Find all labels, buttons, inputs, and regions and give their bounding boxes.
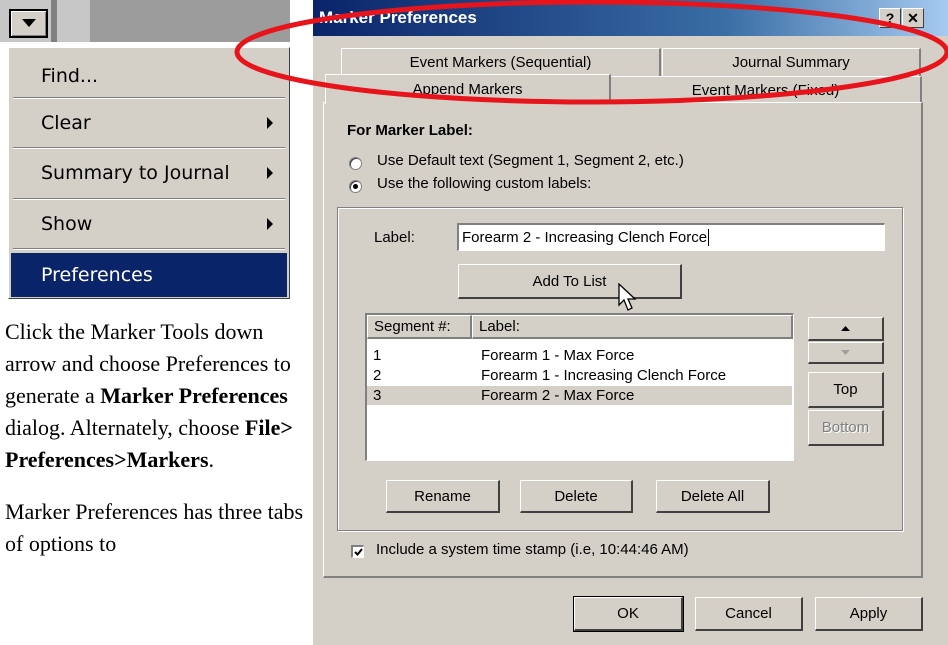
bold-run: Marker Preferences [100,383,288,408]
ok-button[interactable]: OK [573,596,684,632]
button-label: Cancel [725,605,772,622]
menu-item-show[interactable]: Show [11,202,287,246]
menu-item-summary-to-journal[interactable]: Summary to Journal [11,151,287,195]
text-run: . [208,447,215,472]
tab-label: Append Markers [412,81,523,98]
help-button[interactable]: ? [879,8,901,28]
help-icon: ? [885,10,895,26]
button-label: OK [617,605,639,622]
menu-separator [13,147,285,149]
submenu-arrow-icon [267,167,273,179]
menu-item-label: Summary to Journal [41,162,230,184]
triangle-down-icon [21,19,36,27]
tab-label: Event Markers (Fixed) [691,81,840,99]
menu-item-label: Show [41,213,93,235]
menu-item-label: Find... [41,65,99,87]
tab-event-markers-fixed[interactable]: Event Markers (Fixed) [610,76,922,103]
tab-event-markers-sequential[interactable]: Event Markers (Sequential) [341,48,661,76]
text-run: dialog. Alternately, choose [5,415,245,440]
close-button[interactable]: ✕ [902,8,924,28]
tab-append-markers[interactable]: Append Markers [325,74,611,104]
menu-item-preferences[interactable]: Preferences [11,253,287,297]
instruction-paragraph-2: Marker Preferences has three tabs of opt… [5,499,304,556]
toolbar-divider [51,0,57,42]
marker-tools-menu: Find... Clear Summary to Journal Show Pr… [8,47,290,299]
menu-item-label: Clear [41,112,91,134]
tab-journal-summary[interactable]: Journal Summary [662,48,921,76]
tab-label: Event Markers (Sequential) [409,54,592,71]
menu-item-label: Preferences [41,264,153,286]
instruction-text: Click the Marker Tools down arrow and ch… [5,316,305,560]
dialog-titlebar[interactable]: Marker Preferences ? ✕ [313,0,948,36]
menu-item-clear[interactable]: Clear [11,101,287,145]
button-label: Apply [849,605,888,622]
menu-separator [13,97,285,99]
marker-tools-dropdown-button[interactable] [9,9,48,38]
cancel-button[interactable]: Cancel [695,597,803,631]
instruction-paragraph-1: Click the Marker Tools down arrow and ch… [5,316,305,476]
dialog-title: Marker Preferences [319,8,477,27]
marker-tools-area: Find... Clear Summary to Journal Show Pr… [0,0,290,302]
close-icon: ✕ [907,9,919,26]
apply-button[interactable]: Apply [815,597,923,631]
tab-label: Journal Summary [732,54,850,71]
menu-item-find[interactable]: Find... [11,54,287,98]
menu-separator [13,198,285,200]
submenu-arrow-icon [267,117,273,129]
menu-separator [13,248,285,250]
submenu-arrow-icon [267,218,273,230]
tab-panel [323,102,923,578]
